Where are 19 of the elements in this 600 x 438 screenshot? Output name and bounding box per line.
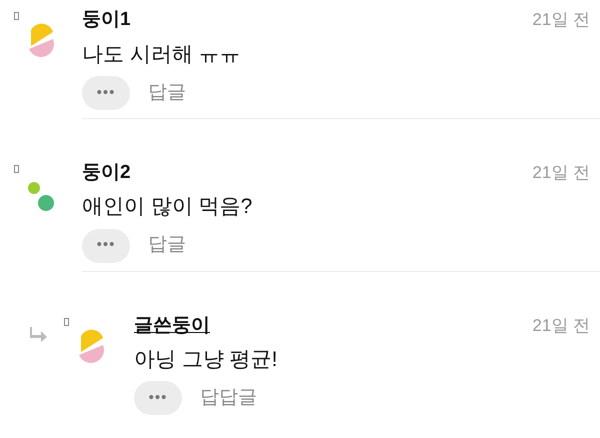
timestamp: 21일 전 xyxy=(532,9,590,31)
comment-text: 애인이 많이 먹음? xyxy=(82,194,254,220)
more-button[interactable]: ••• xyxy=(134,381,182,416)
author-name[interactable]: 글쓴둥이 xyxy=(134,312,210,340)
placeholder-icon xyxy=(14,12,19,20)
reply-link[interactable]: 답글 xyxy=(148,78,186,108)
comment-text: 아닝 그냥 평균! xyxy=(134,347,279,374)
timestamp: 21일 전 xyxy=(532,314,590,337)
reply-link[interactable]: 답글 xyxy=(148,231,186,260)
timestamp: 21일 전 xyxy=(532,162,590,184)
author-name[interactable]: 둥이2 xyxy=(82,158,131,188)
author-name[interactable]: 둥이1 xyxy=(82,6,131,34)
placeholder-icon xyxy=(64,318,69,326)
reply-link[interactable]: 답답글 xyxy=(200,384,257,413)
comment-text: 나도 시러해 ㅠㅠ xyxy=(82,42,242,68)
more-button[interactable]: ••• xyxy=(82,76,130,110)
placeholder-icon xyxy=(14,164,19,173)
more-button[interactable]: ••• xyxy=(82,228,130,263)
reply-arrow-icon xyxy=(30,326,48,342)
